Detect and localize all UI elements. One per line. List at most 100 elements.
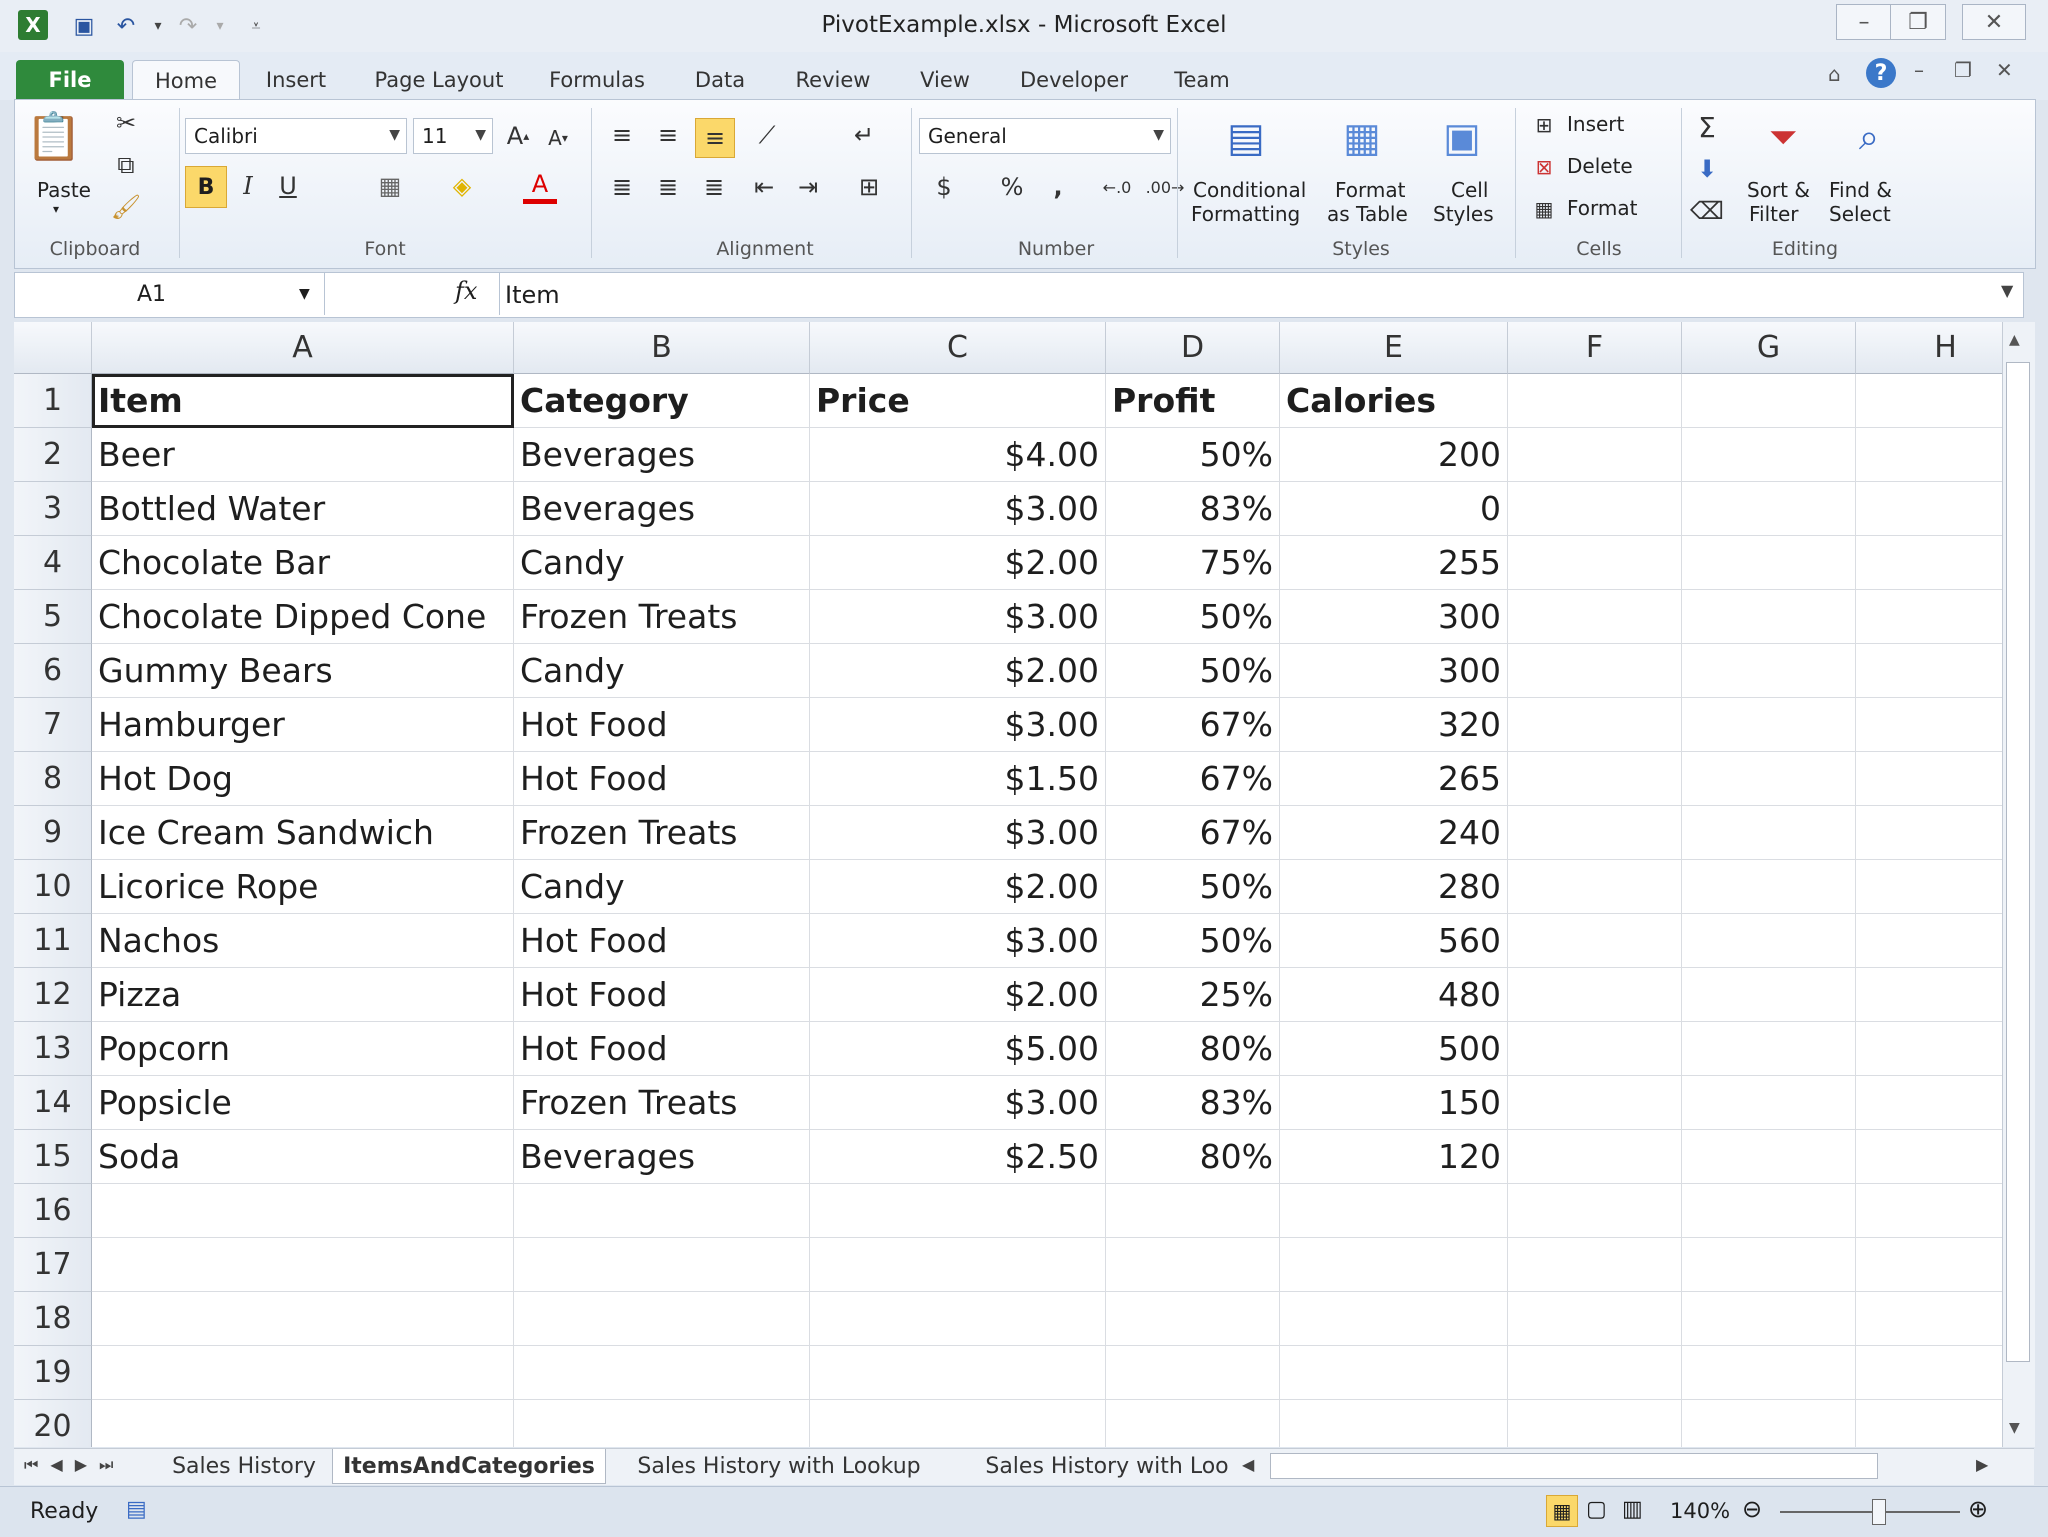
macro-record-icon[interactable]: ▤ (126, 1497, 147, 1522)
data-cell[interactable]: 67% (1106, 698, 1280, 752)
font-name-combo[interactable]: Calibri ▼ (185, 118, 407, 154)
row-header[interactable]: 2 (14, 428, 92, 482)
cell-styles-icon[interactable]: ▣ (1437, 110, 1487, 166)
data-cell[interactable]: Candy (514, 536, 810, 590)
data-cell[interactable] (514, 1346, 810, 1400)
data-cell[interactable]: 200 (1280, 428, 1508, 482)
data-cell[interactable]: 120 (1280, 1130, 1508, 1184)
data-cell[interactable] (1856, 1022, 2002, 1076)
bold-button[interactable]: B (185, 166, 227, 208)
data-cell[interactable]: $2.50 (810, 1130, 1106, 1184)
data-cell[interactable] (1856, 482, 2002, 536)
data-cell[interactable]: Hot Food (514, 914, 810, 968)
data-cell[interactable] (1682, 644, 1856, 698)
data-cell[interactable] (1508, 644, 1682, 698)
row-header[interactable]: 15 (14, 1130, 92, 1184)
data-cell[interactable] (1856, 536, 2002, 590)
row-header[interactable]: 4 (14, 536, 92, 590)
data-cell[interactable] (1106, 1292, 1280, 1346)
workbook-restore-icon[interactable]: ❐ (1954, 58, 1972, 82)
conditional-formatting-icon[interactable]: ▤ (1221, 110, 1271, 166)
zoom-out-icon[interactable]: ⊖ (1742, 1495, 1762, 1523)
format-as-table-label-2[interactable]: as Table (1327, 202, 1408, 226)
data-cell[interactable] (1856, 428, 2002, 482)
column-header-h[interactable]: H (1856, 322, 2002, 374)
increase-indent-icon[interactable]: ⇥ (791, 170, 825, 204)
decrease-indent-icon[interactable]: ⇤ (747, 170, 781, 204)
data-cell[interactable]: 300 (1280, 644, 1508, 698)
data-cell[interactable]: Chocolate Bar (92, 536, 514, 590)
data-cell[interactable]: $3.00 (810, 482, 1106, 536)
data-cell[interactable]: 67% (1106, 752, 1280, 806)
data-cell[interactable] (1106, 1400, 1280, 1447)
column-header-e[interactable]: E (1280, 322, 1508, 374)
data-cell[interactable]: 67% (1106, 806, 1280, 860)
data-cell[interactable] (1682, 428, 1856, 482)
merge-center-icon[interactable]: ⊞ (847, 170, 891, 204)
tab-formulas[interactable]: Formulas (544, 60, 650, 100)
fill-color-icon[interactable]: ◈ (445, 168, 479, 204)
tab-file[interactable]: File (16, 60, 124, 100)
find-select-icon[interactable]: ⌕ (1841, 110, 1897, 166)
data-cell[interactable]: Hot Food (514, 1022, 810, 1076)
page-break-view-icon[interactable]: ▥ (1622, 1497, 1643, 1522)
grow-font-icon[interactable]: A ▴ (501, 118, 535, 154)
align-center-icon[interactable]: ≣ (651, 170, 685, 204)
header-cell[interactable]: Price (810, 374, 1106, 428)
data-cell[interactable] (1508, 752, 1682, 806)
data-cell[interactable] (1682, 806, 1856, 860)
data-cell[interactable] (1682, 536, 1856, 590)
data-cell[interactable]: 280 (1280, 860, 1508, 914)
data-cell[interactable]: Ice Cream Sandwich (92, 806, 514, 860)
data-cell[interactable]: $3.00 (810, 590, 1106, 644)
header-cell[interactable] (1856, 374, 2002, 428)
row-header[interactable]: 1 (14, 374, 92, 428)
delete-cells-button[interactable]: Delete (1567, 154, 1633, 178)
percent-button[interactable]: % (995, 170, 1029, 204)
data-cell[interactable] (1508, 428, 1682, 482)
font-color-icon[interactable]: A (523, 168, 557, 204)
header-cell[interactable] (1508, 374, 1682, 428)
row-header[interactable]: 5 (14, 590, 92, 644)
align-top-icon[interactable]: ≡ (605, 118, 639, 152)
restore-button[interactable]: ❐ (1890, 4, 1946, 40)
data-cell[interactable] (514, 1184, 810, 1238)
zoom-slider-track[interactable] (1780, 1511, 1960, 1513)
row-header[interactable]: 14 (14, 1076, 92, 1130)
data-cell[interactable]: $2.00 (810, 968, 1106, 1022)
data-cell[interactable] (1856, 698, 2002, 752)
data-cell[interactable] (1856, 1292, 2002, 1346)
data-cell[interactable] (1682, 1400, 1856, 1447)
data-cell[interactable] (810, 1184, 1106, 1238)
align-bottom-icon[interactable]: ≡ (695, 118, 735, 158)
data-cell[interactable] (92, 1292, 514, 1346)
comma-button[interactable]: , (1041, 170, 1075, 204)
data-cell[interactable] (1508, 1184, 1682, 1238)
currency-button[interactable]: $ (927, 170, 961, 204)
data-cell[interactable] (1682, 1346, 1856, 1400)
data-cell[interactable] (1856, 968, 2002, 1022)
data-cell[interactable] (1856, 752, 2002, 806)
row-header[interactable]: 16 (14, 1184, 92, 1238)
data-cell[interactable]: Frozen Treats (514, 1076, 810, 1130)
data-cell[interactable] (1508, 1346, 1682, 1400)
find-select-label[interactable]: Find & (1829, 178, 1892, 202)
increase-decimal-icon[interactable]: ←.0 (1097, 170, 1137, 204)
select-all-corner[interactable] (14, 322, 92, 374)
data-cell[interactable] (810, 1238, 1106, 1292)
data-cell[interactable]: $2.00 (810, 536, 1106, 590)
insert-cells-icon[interactable]: ⊞ (1529, 110, 1559, 140)
data-cell[interactable] (92, 1400, 514, 1447)
data-cell[interactable] (1508, 1292, 1682, 1346)
format-painter-icon[interactable]: 🖌 (111, 192, 141, 222)
data-cell[interactable] (1508, 860, 1682, 914)
data-cell[interactable] (1508, 1022, 1682, 1076)
data-cell[interactable]: 50% (1106, 590, 1280, 644)
data-cell[interactable]: Chocolate Dipped Cone (92, 590, 514, 644)
sheet-tab-sales-history-lookup[interactable]: Sales History with Lookup (624, 1449, 934, 1483)
data-cell[interactable]: Candy (514, 644, 810, 698)
paste-dropdown-icon[interactable]: ▾ (53, 202, 59, 216)
row-header[interactable]: 10 (14, 860, 92, 914)
data-cell[interactable] (810, 1346, 1106, 1400)
tab-developer[interactable]: Developer (1014, 60, 1134, 100)
